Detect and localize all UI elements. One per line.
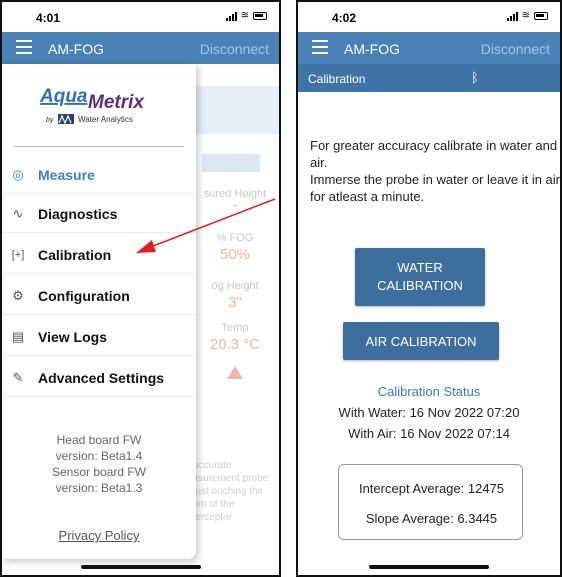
signal-icon [225, 11, 237, 21]
section-title: Calibration [308, 72, 366, 86]
app-bar: AM-FOG Disconnect [298, 32, 560, 64]
instructions-line-2: Immerse the probe in water or leave it i… [310, 172, 560, 204]
dimmed-temp-value: 20.3 °C [209, 336, 261, 353]
menu-item-label: Diagnostics [38, 205, 118, 222]
phone-screen-calibration: 4:02 ≋ AM-FOG Disconnect Calibration ᛒ F… [296, 0, 562, 577]
menu-item-label: Measure [38, 166, 95, 183]
menu-item-diagnostics[interactable]: ∿ Diagnostics [2, 195, 196, 233]
battery-icon [534, 11, 548, 20]
dimmed-measured-height-label: sured Height [203, 188, 267, 200]
dimmed-fog-value: 50% [219, 246, 251, 263]
menu-item-measure[interactable]: ◎ Measure [2, 156, 196, 194]
dimmed-note: r accurate easurement probe must ouching… [187, 460, 269, 523]
dimmed-header-band [182, 86, 279, 134]
water-calibration-button[interactable]: WATER CALIBRATION [355, 248, 485, 306]
app-title: AM-FOG [344, 41, 400, 57]
instructions: For greater accuracy calibrate in water … [310, 137, 560, 205]
sensor-fw-version: version: Beta1.3 [55, 481, 143, 495]
nav-drawer: Aqua Metrix by Water Analytics ◎ Measure… [2, 64, 196, 559]
intercept-average: Intercept Average: 12475 [358, 481, 505, 496]
system-icons: ≋ [506, 10, 548, 21]
system-icons: ≋ [225, 10, 267, 21]
averages-box: Intercept Average: 12475 Slope Average: … [338, 464, 523, 540]
menu-item-label: Configuration [38, 287, 130, 304]
with-water-status: With Water: 16 Nov 2022 07:20 [338, 405, 520, 420]
svg-text:Metrix: Metrix [88, 92, 145, 113]
hamburger-menu-icon[interactable] [312, 40, 328, 54]
dimmed-fog-height-label: og Height [211, 280, 259, 292]
slope-average: Slope Average: 6.3445 [365, 511, 498, 526]
disconnect-button[interactable]: Disconnect [481, 41, 550, 57]
divider [14, 146, 184, 147]
menu-item-advanced-settings[interactable]: ✎ Advanced Settings [2, 359, 196, 397]
measure-icon: ◎ [12, 166, 24, 182]
privacy-policy-link[interactable]: Privacy Policy [2, 528, 196, 543]
head-fw-version: version: Beta1.4 [55, 449, 143, 463]
document-icon: ▤ [11, 328, 25, 344]
menu-item-label: Advanced Settings [38, 369, 165, 386]
battery-icon [253, 11, 267, 20]
menu-item-label: Calibration [38, 246, 112, 263]
status-time: 4:01 [36, 11, 61, 25]
dimmed-button [202, 154, 260, 172]
dimmed-measured-height-value: " [232, 202, 238, 216]
wifi-icon: ≋ [240, 10, 249, 21]
home-indicator[interactable] [80, 565, 201, 569]
dimmed-fog-label: % FOG [216, 232, 254, 244]
status-time: 4:02 [332, 11, 357, 25]
status-bar: 4:01 ≋ [2, 2, 279, 32]
gear-icon: ⚙ [12, 287, 24, 303]
with-air-status: With Air: 16 Nov 2022 07:14 [348, 426, 510, 441]
app-bar: AM-FOG Disconnect [2, 32, 279, 64]
warning-icon [227, 366, 243, 379]
menu-item-label: View Logs [38, 328, 107, 345]
signal-icon [506, 11, 518, 21]
menu-item-view-logs[interactable]: ▤ View Logs [2, 318, 196, 356]
wifi-icon: ≋ [521, 10, 530, 21]
section-header: Calibration ᛒ [298, 64, 560, 92]
app-title: AM-FOG [48, 41, 104, 57]
instructions-line-1: For greater accuracy calibrate in water … [310, 138, 558, 170]
air-calibration-button[interactable]: AIR CALIBRATION [343, 322, 499, 360]
head-fw-label: Head board FW [56, 433, 142, 447]
status-bar: 4:02 ≋ [298, 2, 560, 32]
svg-text:by: by [46, 117, 54, 124]
calibration-status-title: Calibration Status [377, 384, 481, 399]
calibration-icon: [+] [11, 248, 25, 261]
menu-item-calibration[interactable]: [+] Calibration [2, 236, 196, 274]
bluetooth-icon: ᛒ [471, 70, 479, 85]
svg-text:Aqua: Aqua [39, 86, 88, 107]
svg-text:Water Analytics: Water Analytics [78, 115, 133, 124]
menu-item-configuration[interactable]: ⚙ Configuration [2, 277, 196, 315]
dimmed-fog-height-value: 3" [228, 294, 242, 311]
phone-screen-menu: 4:01 ≋ AM-FOG Disconnect sured Height " … [0, 0, 281, 577]
disconnect-button[interactable]: Disconnect [200, 41, 269, 57]
sensor-fw-label: Sensor board FW [51, 465, 147, 479]
wrench-icon: ✎ [12, 369, 24, 385]
aquametrix-logo: Aqua Metrix by Water Analytics [39, 86, 145, 125]
pulse-icon: ∿ [12, 205, 24, 221]
home-indicator[interactable] [369, 565, 489, 569]
dimmed-temp-label: Temp [221, 322, 249, 334]
hamburger-menu-icon[interactable] [16, 40, 32, 54]
